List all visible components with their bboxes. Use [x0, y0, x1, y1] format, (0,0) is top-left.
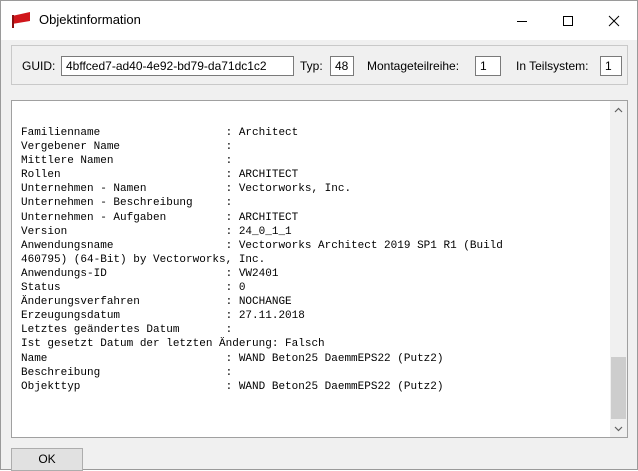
- info-line: Letztes geändertes Datum :: [21, 324, 233, 337]
- teilsystem-label: In Teilsystem:: [516, 59, 589, 73]
- info-line: Änderungsverfahren : NOCHANGE: [21, 296, 292, 309]
- guid-bar: GUID: 4bffced7-ad40-4e92-bd79-da71dc1c2 …: [11, 45, 628, 85]
- info-line: Vergebener Name :: [21, 141, 233, 154]
- window-title: Objektinformation: [39, 12, 141, 27]
- info-line: Version : 24_0_1_1: [21, 225, 292, 238]
- scroll-up-button[interactable]: [610, 101, 627, 118]
- info-line: Name : WAND Beton25 DaemmEPS22 (Putz2): [21, 352, 444, 365]
- info-text-area[interactable]: Familienname : Architect Vergebener Name …: [11, 100, 628, 438]
- info-line: Unternehmen - Aufgaben : ARCHITECT: [21, 211, 299, 224]
- info-line: Unternehmen - Namen : Vectorworks, Inc.: [21, 183, 352, 196]
- info-line: Rollen : ARCHITECT: [21, 169, 299, 182]
- minimize-icon: [517, 20, 527, 22]
- guid-field[interactable]: 4bffced7-ad40-4e92-bd79-da71dc1c2: [61, 56, 294, 76]
- info-line: Status : 0: [21, 282, 246, 295]
- close-button[interactable]: [591, 1, 637, 40]
- info-line: Anwendungs-ID : VW2401: [21, 267, 279, 280]
- close-icon: [608, 15, 620, 26]
- chevron-up-icon: [614, 107, 623, 112]
- teilsystem-field[interactable]: 1: [600, 56, 622, 76]
- minimize-button[interactable]: [499, 1, 545, 40]
- ok-button[interactable]: OK: [11, 448, 83, 471]
- info-line: 460795) (64-Bit) by Vectorworks, Inc.: [21, 253, 266, 266]
- scroll-down-button[interactable]: [610, 420, 627, 437]
- typ-label: Typ:: [300, 59, 323, 73]
- object-info-window: Objektinformation GUID: 4bffced7-ad40-4e…: [0, 0, 638, 471]
- info-line: Beschreibung :: [21, 366, 233, 379]
- info-line: Anwendungsname : Vectorworks Architect 2…: [21, 239, 503, 252]
- info-content: Familienname : Architect Vergebener Name …: [21, 126, 503, 394]
- guid-label: GUID:: [22, 59, 56, 73]
- typ-field[interactable]: 48: [330, 56, 354, 76]
- scrollbar-thumb[interactable]: [611, 357, 626, 419]
- chevron-down-icon: [614, 426, 623, 431]
- info-line: Familienname : Architect: [21, 127, 299, 139]
- info-line: Objekttyp : WAND Beton25 DaemmEPS22 (Put…: [21, 380, 444, 393]
- info-line: Mittlere Namen :: [21, 155, 233, 168]
- info-line: Ist gesetzt Datum der letzten Änderung: …: [21, 338, 325, 351]
- montage-label: Montageteilreihe:: [367, 59, 460, 73]
- title-bar: Objektinformation: [1, 1, 637, 40]
- info-line: Erzeugungsdatum : 27.11.2018: [21, 310, 305, 323]
- maximize-icon: [563, 15, 573, 26]
- app-icon: [11, 12, 31, 28]
- montage-field[interactable]: 1: [475, 56, 501, 76]
- vertical-scrollbar[interactable]: [610, 101, 627, 437]
- maximize-button[interactable]: [545, 1, 591, 40]
- info-line: Unternehmen - Beschreibung :: [21, 197, 233, 210]
